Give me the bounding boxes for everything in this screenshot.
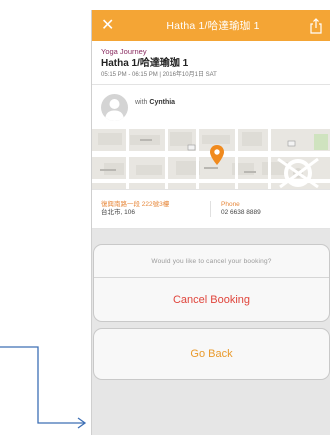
class-time: 05:15 PM - 06:15 PM | 2016年10月1日 SAT [101, 72, 217, 78]
phone-screen: ✕ Hatha 1/哈達瑜珈 1 Yoga Journey Hatha 1/哈達… [91, 10, 330, 435]
action-sheet-message: Would you like to cancel your booking? [94, 245, 329, 278]
close-icon[interactable]: ✕ [101, 17, 117, 34]
navigation-bar: ✕ Hatha 1/哈達瑜珈 1 [92, 10, 330, 41]
studio-name: Yoga Journey [101, 47, 147, 56]
class-detail-card: Yoga Journey Hatha 1/哈達瑜珈 1 05:15 PM - 0… [92, 41, 330, 229]
phone-number: 02 6638 8889 [221, 209, 261, 216]
annotation-arrow [0, 346, 87, 429]
page-title: Hatha 1/哈達瑜珈 1 [166, 20, 260, 32]
address-line-2: 台北市, 106 [101, 209, 135, 216]
instructor-row[interactable]: with Cynthia [92, 85, 330, 129]
instructor-name: Cynthia [149, 98, 176, 106]
phone-block[interactable]: Phone 02 6638 8889 [210, 201, 330, 217]
cancel-booking-button[interactable]: Cancel Booking [94, 278, 329, 321]
class-name: Hatha 1/哈達瑜珈 1 [101, 58, 189, 69]
location-map[interactable] [92, 129, 330, 189]
class-info: Yoga Journey Hatha 1/哈達瑜珈 1 05:15 PM - 0… [92, 41, 330, 85]
instructor-prefix: with [135, 98, 148, 106]
cancel-action-sheet: Would you like to cancel your booking? C… [93, 244, 330, 322]
instructor-label: with Cynthia [135, 99, 175, 106]
person-avatar-icon [101, 93, 128, 121]
go-back-button[interactable]: Go Back [93, 328, 330, 380]
contact-row: 復興南路一段 222號3樓 台北市, 106 Phone 02 6638 888… [92, 189, 330, 229]
address-block[interactable]: 復興南路一段 222號3樓 台北市, 106 [92, 201, 210, 217]
address-line-1: 復興南路一段 222號3樓 [101, 201, 170, 208]
share-icon[interactable] [309, 17, 323, 34]
phone-label: Phone [221, 201, 240, 208]
map-pin-icon[interactable] [210, 145, 224, 165]
